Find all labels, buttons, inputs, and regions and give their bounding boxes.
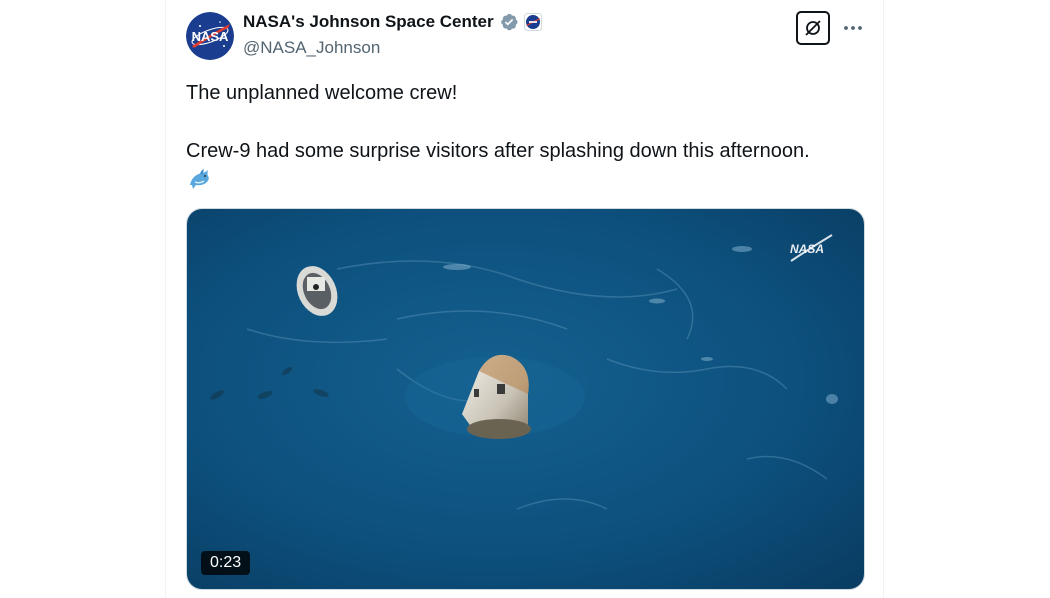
dolphin-emoji-icon xyxy=(186,167,212,193)
author-display-name[interactable]: NASA's Johnson Space Center xyxy=(243,12,494,32)
verified-badge-icon[interactable] xyxy=(499,12,519,32)
more-horizontal-icon xyxy=(844,26,862,30)
tweet-text-line2: Crew-9 had some surprise visitors after … xyxy=(186,140,810,162)
author-avatar[interactable]: NASA xyxy=(186,12,234,60)
author-handle[interactable]: @NASA_Johnson xyxy=(243,38,380,58)
author-name-row: NASA's Johnson Space Center xyxy=(243,12,544,32)
video-player[interactable]: NASA 0:23 xyxy=(186,208,865,590)
more-options-button[interactable] xyxy=(840,17,866,39)
nasa-meatball-logo: NASA xyxy=(186,12,234,60)
avatar-text: NASA xyxy=(192,29,229,44)
video-duration-badge: 0:23 xyxy=(201,551,251,575)
tweet-text-line1: The unplanned welcome crew! xyxy=(186,82,458,104)
grok-button[interactable] xyxy=(796,11,830,45)
video-frame: NASA xyxy=(187,209,864,589)
watermark-text: NASA xyxy=(790,242,824,256)
grok-icon xyxy=(805,20,821,36)
tweet-card[interactable]: NASA NASA's Johnson Space Center @NASA_J… xyxy=(165,0,884,598)
nasa-affiliate-icon[interactable] xyxy=(523,12,544,32)
